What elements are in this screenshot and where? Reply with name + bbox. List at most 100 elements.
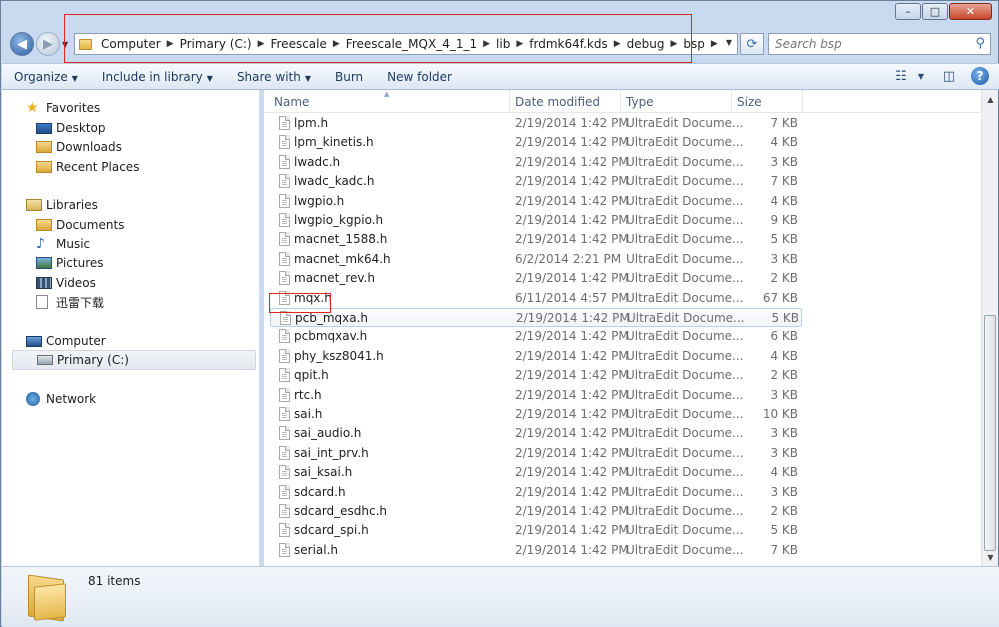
breadcrumb-item[interactable]: debug (624, 37, 668, 51)
forward-button[interactable]: ▶ (36, 32, 60, 56)
breadcrumb-separator-icon[interactable]: ▶ (255, 39, 268, 49)
file-name: sdcard_spi.h (294, 523, 369, 538)
view-options-icon[interactable]: ☷ (891, 67, 911, 85)
scroll-up-icon[interactable]: ▲ (983, 91, 998, 107)
file-row[interactable]: sai_audio.h 2/19/2014 1:42 PM UltraEdit Do… (270, 424, 802, 443)
folder-icon (79, 38, 92, 50)
nav-downloads[interactable]: Downloads (36, 138, 122, 156)
file-row[interactable]: sdcard_spi.h 2/19/2014 1:42 PM UltraEdit D… (270, 521, 802, 540)
scroll-down-icon[interactable]: ▼ (983, 549, 998, 565)
back-button[interactable]: ◀ (10, 32, 34, 56)
breadcrumb-separator-icon[interactable]: ▶ (667, 39, 680, 49)
file-row[interactable]: phy_ksz8041.h 2/19/2014 1:42 PM UltraEdit … (270, 347, 802, 366)
file-row[interactable]: qpit.h 2/19/2014 1:42 PM UltraEdit Docume.… (270, 366, 802, 385)
file-row[interactable]: sdcard_esdhc.h 2/19/2014 1:42 PM UltraEdit… (270, 502, 802, 521)
nav-recent-places[interactable]: Recent Places (36, 158, 139, 176)
breadcrumb-item[interactable]: Freescale (267, 37, 329, 51)
file-row[interactable]: lwgpio_kgpio.h 2/19/2014 1:42 PM UltraEdit… (270, 211, 802, 230)
nav-desktop[interactable]: Desktop (36, 119, 106, 137)
document-icon (279, 154, 290, 169)
column-size[interactable]: Size (737, 95, 762, 109)
preview-pane-icon[interactable]: ◫ (939, 67, 959, 85)
file-row[interactable]: sai_ksai.h 2/19/2014 1:42 PM UltraEdit Doc… (270, 463, 802, 482)
file-name: macnet_mk64.h (294, 251, 391, 266)
file-row[interactable]: lwadc.h 2/19/2014 1:42 PM UltraEdit Docume… (270, 153, 802, 172)
file-type: UltraEdit Docume... (626, 484, 744, 499)
maximize-button[interactable]: □ (922, 3, 948, 20)
document-icon (279, 445, 290, 460)
organize-button[interactable]: Organize ▼ (2, 70, 90, 84)
breadcrumb-item[interactable]: bsp (680, 37, 708, 51)
breadcrumb-item[interactable]: lib (493, 37, 513, 51)
column-divider[interactable] (620, 90, 621, 112)
column-date-modified[interactable]: Date modified (515, 95, 600, 109)
breadcrumb-item[interactable]: Freescale_MQX_4_1_1 (343, 37, 480, 51)
file-type: UltraEdit Docume... (626, 251, 744, 266)
file-row[interactable]: lwgpio.h 2/19/2014 1:42 PM UltraEdit Docum… (270, 192, 802, 211)
nav-xunlei-downloads[interactable]: 迅雷下载 (36, 293, 104, 311)
file-row[interactable]: lpm_kinetis.h 2/19/2014 1:42 PM UltraEdit … (270, 133, 802, 152)
file-row[interactable]: lwadc_kadc.h 2/19/2014 1:42 PM UltraEdit D… (270, 172, 802, 191)
breadcrumb-separator-icon[interactable]: ▶ (480, 39, 493, 49)
file-row[interactable]: mqx.h 6/11/2014 4:57 PM UltraEdit Docume..… (270, 289, 802, 308)
nav-pictures[interactable]: Pictures (36, 254, 104, 272)
explorer-window: – □ ✕ ◀ ▶ ▼ Computer ▶ Primary (C:) ▶ Freesc… (0, 0, 999, 627)
vertical-scrollbar[interactable]: ▲ ▼ (981, 90, 998, 566)
file-type: UltraEdit Docume... (626, 116, 744, 130)
breadcrumb-item[interactable]: Computer (98, 37, 164, 51)
column-divider[interactable] (509, 90, 510, 112)
help-icon[interactable]: ? (971, 67, 989, 85)
file-row[interactable]: serial.h 2/19/2014 1:42 PM UltraEdit Docum… (270, 541, 802, 560)
document-icon (279, 348, 290, 363)
nav-libraries[interactable]: Libraries (26, 196, 98, 214)
breadcrumb-separator-icon[interactable]: ▶ (611, 39, 624, 49)
scroll-thumb[interactable] (984, 315, 996, 551)
breadcrumb-item[interactable]: Primary (C:) (177, 37, 255, 51)
minimize-button[interactable]: – (895, 3, 921, 20)
column-divider[interactable] (802, 90, 803, 112)
file-row[interactable]: lpm.h 2/19/2014 1:42 PM UltraEdit Docume..… (270, 114, 802, 133)
nav-documents[interactable]: Documents (36, 216, 124, 234)
nav-videos[interactable]: Videos (36, 274, 96, 292)
file-row[interactable]: sai.h 2/19/2014 1:42 PM UltraEdit Docume..… (270, 405, 802, 424)
breadcrumb-item[interactable]: frdmk64f.kds (526, 37, 610, 51)
new-folder-button[interactable]: New folder (375, 70, 464, 84)
file-date-modified: 2/19/2014 1:42 PM (515, 213, 629, 227)
file-name: sai_ksai.h (294, 465, 353, 480)
breadcrumb-separator-icon[interactable]: ▶ (708, 39, 721, 49)
file-row[interactable]: sai_int_prv.h 2/19/2014 1:42 PM UltraEdit … (270, 444, 802, 463)
recent-pages-dropdown[interactable]: ▼ (62, 40, 68, 49)
address-history-dropdown[interactable]: ▼ (726, 38, 732, 47)
column-header: ▲ Name Date modified Type Size (264, 90, 981, 113)
file-row[interactable]: macnet_rev.h 2/19/2014 1:42 PM UltraEdit D… (270, 269, 802, 288)
column-name[interactable]: Name (274, 95, 309, 109)
breadcrumb-separator-icon[interactable]: ▶ (513, 39, 526, 49)
file-row[interactable]: pcbmqxav.h 2/19/2014 1:42 PM UltraEdit Doc… (270, 327, 802, 346)
include-in-library-button[interactable]: Include in library ▼ (90, 70, 225, 84)
file-row[interactable]: sdcard.h 2/19/2014 1:42 PM UltraEdit Docum… (270, 483, 802, 502)
breadcrumb-separator-icon[interactable]: ▶ (164, 39, 177, 49)
file-row[interactable]: rtc.h 2/19/2014 1:42 PM UltraEdit Docume..… (270, 386, 802, 405)
search-box[interactable]: ⚲ (768, 33, 991, 55)
refresh-button[interactable]: ⟳ (740, 33, 764, 55)
nav-primary-c[interactable]: Primary (C:) (12, 350, 256, 370)
burn-button[interactable]: Burn (323, 70, 375, 84)
share-with-button[interactable]: Share with ▼ (225, 70, 323, 84)
column-type[interactable]: Type (626, 95, 654, 109)
file-date-modified: 2/19/2014 1:42 PM (515, 174, 629, 189)
close-button[interactable]: ✕ (949, 3, 992, 20)
file-row[interactable]: macnet_mk64.h 6/2/2014 2:21 PM UltraEdit D… (270, 250, 802, 269)
breadcrumb-separator-icon[interactable]: ▶ (330, 39, 343, 49)
address-bar[interactable]: Computer ▶ Primary (C:) ▶ Freescale ▶ Freescal… (74, 33, 738, 55)
search-input[interactable] (769, 36, 967, 52)
file-row[interactable]: macnet_1588.h 2/19/2014 1:42 PM UltraEdit … (270, 230, 802, 249)
nav-computer[interactable]: Computer (26, 332, 106, 350)
nav-network[interactable]: Network (26, 390, 96, 408)
nav-favorites[interactable]: ★ Favorites (26, 99, 100, 117)
nav-music[interactable]: ♪ Music (36, 235, 90, 253)
column-divider[interactable] (731, 90, 732, 112)
file-row[interactable]: pcb_mqxa.h 2/19/2014 1:42 PM UltraEdit Doc… (270, 308, 802, 327)
chevron-down-icon[interactable]: ▼ (911, 67, 931, 85)
file-size: 9 KB (770, 213, 798, 227)
file-type: UltraEdit Docume... (626, 174, 744, 189)
